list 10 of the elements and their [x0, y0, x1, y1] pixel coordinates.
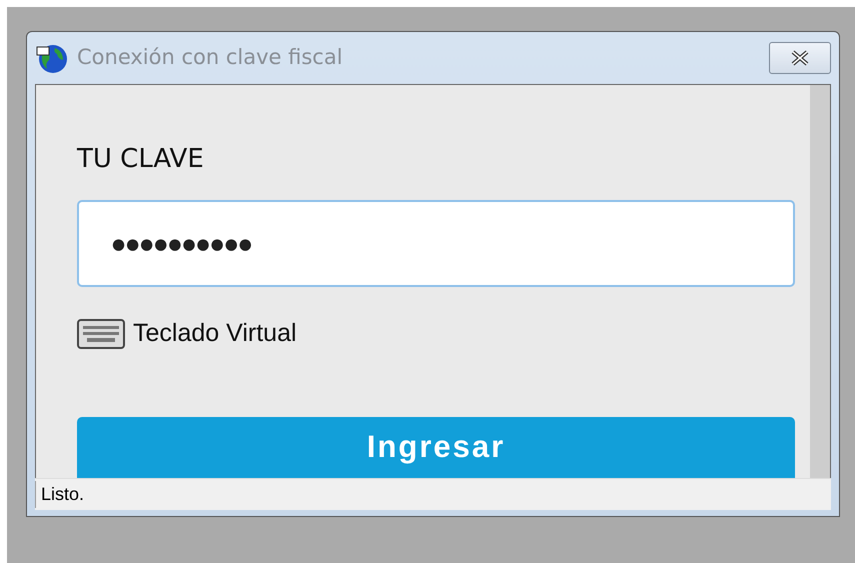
status-text: Listo. [35, 481, 84, 508]
keyboard-icon [77, 319, 125, 350]
globe-icon [35, 42, 69, 74]
close-icon [789, 50, 811, 66]
field-label: TU CLAVE [77, 143, 205, 176]
virtual-keyboard-link[interactable]: Teclado Virtual [133, 315, 297, 353]
password-field[interactable]: ●●●●●●●●●● [77, 200, 795, 288]
window-title: Conexión con clave fiscal [77, 44, 343, 72]
scrollbar[interactable] [810, 85, 830, 478]
close-button[interactable] [769, 42, 831, 74]
